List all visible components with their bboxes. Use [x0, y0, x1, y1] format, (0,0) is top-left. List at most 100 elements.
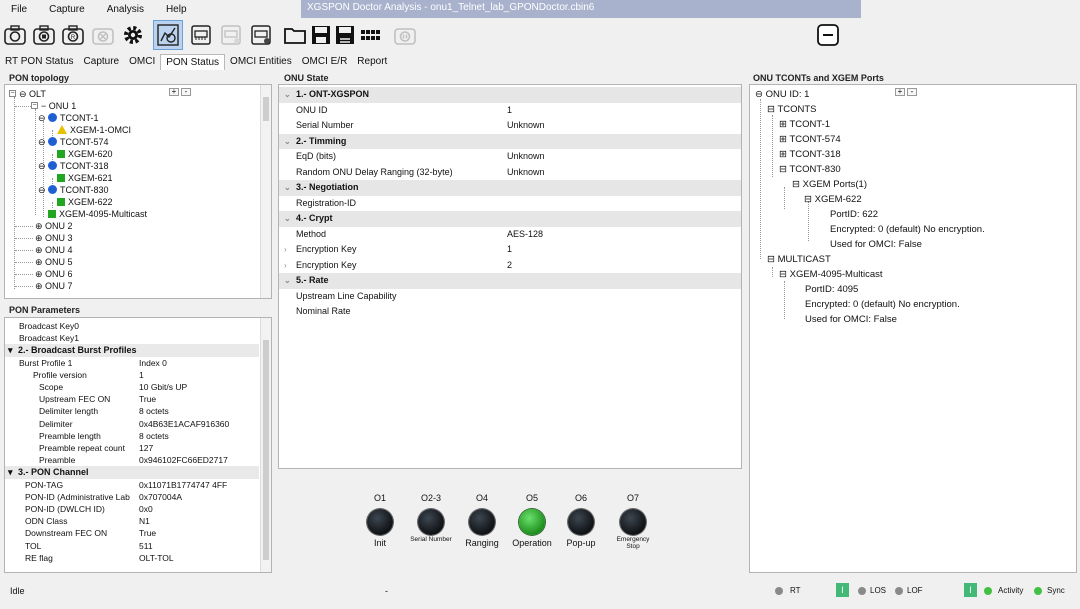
collapse-all-button[interactable]: - — [181, 88, 191, 96]
parameter-row[interactable]: Preamble 0x946102FC66ED2717 — [5, 454, 259, 466]
topology-scrollbar[interactable] — [260, 85, 271, 298]
tree-node-onu-5[interactable]: ⊕ ONU 5 — [35, 256, 73, 268]
tree-node-xgem-4095-multicast[interactable]: XGEM-4095-Multicast — [48, 208, 147, 220]
tab-omci-entities[interactable]: OMCI Entities — [225, 54, 297, 70]
expand-all-button[interactable]: + — [169, 88, 179, 96]
parameter-row[interactable]: Burst Profile 1 Index 0 — [5, 357, 259, 369]
tree-node-xgem-620[interactable]: XGEM-620 — [57, 148, 113, 160]
chevron-down-icon[interactable]: ▾ — [8, 466, 13, 478]
parameters-scrollbar[interactable] — [260, 318, 271, 572]
tconts-root[interactable]: ⊖ ONU ID: 1 — [755, 89, 809, 101]
pause-icon[interactable] — [392, 22, 418, 48]
state-row[interactable]: › Encryption Key 2 — [279, 258, 741, 274]
network-card-settings-icon[interactable] — [248, 22, 274, 48]
xgem-ports-group[interactable]: ⊟ XGEM Ports(1) — [792, 179, 867, 191]
tree-node-tcont-830[interactable]: ⊖ TCONT-830 — [38, 184, 109, 196]
onu1-expander[interactable]: − — [31, 102, 38, 109]
state-category[interactable]: ⌄ 2.- Timming — [279, 133, 741, 149]
state-row[interactable]: Serial Number Unknown — [279, 118, 741, 134]
menu-file[interactable]: File — [0, 4, 38, 15]
minimize-icon[interactable] — [815, 22, 841, 48]
tree-node-onu-6[interactable]: ⊕ ONU 6 — [35, 268, 73, 280]
state-category[interactable]: ⌄ 1.- ONT-XGSPON — [279, 87, 741, 103]
tconts-item-tcont-830[interactable]: ⊟ TCONT-830 — [779, 164, 841, 176]
state-row[interactable]: ONU ID 1 — [279, 103, 741, 119]
parameter-row[interactable]: Scope 10 Gbit/s UP — [5, 381, 259, 393]
stop-icon[interactable] — [90, 22, 116, 48]
chevron-down-icon[interactable]: ⌄ — [284, 211, 291, 226]
parameter-row[interactable]: Preamble repeat count 127 — [5, 442, 259, 454]
tree-node-xgem-1-omci[interactable]: XGEM-1-OMCI — [57, 124, 131, 136]
parameter-row[interactable]: Broadcast Key1 — [5, 332, 259, 344]
chevron-down-icon[interactable]: ▾ — [8, 344, 13, 356]
state-row[interactable]: Upstream Line Capability — [279, 289, 741, 305]
parameter-row[interactable]: Downstream FEC ON True — [5, 527, 259, 539]
parameter-row[interactable]: PON-TAG 0x11071B1774747 4FF — [5, 479, 259, 491]
network-card-disabled-icon[interactable] — [218, 22, 244, 48]
parameter-row[interactable]: TOL 511 — [5, 540, 259, 552]
parameter-row[interactable]: Broadcast Key0 — [5, 320, 259, 332]
parameter-row[interactable]: Upstream FEC ON True — [5, 393, 259, 405]
xgem-port-622[interactable]: ⊟ XGEM-622 — [804, 194, 862, 206]
parameter-row[interactable]: ODN Class N1 — [5, 515, 259, 527]
tab-rt-pon-status[interactable]: RT PON Status — [0, 54, 79, 70]
parameter-row[interactable]: PON-ID (Administrative Lab 0x707004A — [5, 491, 259, 503]
state-row[interactable]: › Encryption Key 1 — [279, 242, 741, 258]
tconts-expand-button[interactable]: + — [895, 88, 905, 96]
tconts-group[interactable]: ⊟ TCONTS — [767, 104, 817, 116]
chevron-down-icon[interactable]: ⌄ — [284, 273, 291, 288]
folder-open-icon[interactable] — [282, 22, 308, 48]
tree-node-tcont-318[interactable]: ⊖ TCONT-318 — [38, 160, 109, 172]
chevron-down-icon[interactable]: ⌄ — [284, 134, 291, 149]
parameter-row[interactable]: Delimiter 0x4B63E1ACAF916360 — [5, 418, 259, 430]
parameter-row[interactable]: Preamble length 8 octets — [5, 430, 259, 442]
save-as-icon[interactable] — [332, 22, 358, 48]
state-row[interactable]: EqD (bits) Unknown — [279, 149, 741, 165]
parameter-category[interactable]: ▾ 2.- Broadcast Burst Profiles — [5, 344, 259, 357]
gear-icon[interactable] — [120, 22, 146, 48]
chevron-right-icon[interactable]: › — [284, 242, 287, 257]
tconts-collapse-button[interactable]: - — [907, 88, 917, 96]
tab-report[interactable]: Report — [352, 54, 392, 70]
state-row[interactable]: Nominal Rate — [279, 304, 741, 320]
parameter-category[interactable]: ▾ 3.- PON Channel — [5, 466, 259, 479]
chevron-down-icon[interactable]: ⌄ — [284, 180, 291, 195]
tab-pon-status[interactable]: PON Status — [160, 54, 226, 70]
network-card-icon[interactable] — [188, 22, 214, 48]
tree-node-onu-4[interactable]: ⊕ ONU 4 — [35, 244, 73, 256]
state-category[interactable]: ⌄ 3.- Negotiation — [279, 180, 741, 196]
pon-stats-icon[interactable] — [153, 20, 183, 50]
tree-node-xgem-622[interactable]: XGEM-622 — [57, 196, 113, 208]
state-category[interactable]: ⌄ 5.- Rate — [279, 273, 741, 289]
state-row[interactable]: Registration-ID — [279, 196, 741, 212]
olt-expander[interactable]: − — [9, 90, 16, 97]
parameter-row[interactable]: Delimiter length 8 octets — [5, 405, 259, 417]
tab-omci-er[interactable]: OMCI E/R — [297, 54, 353, 70]
tab-omci[interactable]: OMCI — [124, 54, 160, 70]
multicast-group[interactable]: ⊟ MULTICAST — [767, 254, 831, 266]
multicast-xgem-4095[interactable]: ⊟ XGEM-4095-Multicast — [779, 269, 883, 281]
keypad-icon[interactable] — [358, 22, 384, 48]
menu-capture[interactable]: Capture — [38, 4, 96, 15]
tconts-item-tcont-574[interactable]: ⊞ TCONT-574 — [779, 134, 841, 146]
menu-help[interactable]: Help — [155, 4, 198, 15]
tab-capture[interactable]: Capture — [79, 54, 125, 70]
tree-node-tcont-574[interactable]: ⊖ TCONT-574 — [38, 136, 109, 148]
tree-node-onu-7[interactable]: ⊕ ONU 7 — [35, 280, 73, 292]
camera-save-icon[interactable] — [31, 22, 57, 48]
camera-icon[interactable] — [2, 22, 28, 48]
tree-node-onu-1[interactable]: − ONU 1 — [41, 100, 76, 112]
tree-node-onu-2[interactable]: ⊕ ONU 2 — [35, 220, 73, 232]
state-row[interactable]: Method AES-128 — [279, 227, 741, 243]
tree-node-onu-3[interactable]: ⊕ ONU 3 — [35, 232, 73, 244]
save-icon[interactable] — [308, 22, 334, 48]
camera-refresh-icon[interactable]: R — [60, 22, 86, 48]
parameter-row[interactable]: Profile version 1 — [5, 369, 259, 381]
tconts-item-tcont-1[interactable]: ⊞ TCONT-1 — [779, 119, 830, 131]
tree-node-tcont-1[interactable]: ⊖ TCONT-1 — [38, 112, 99, 124]
state-row[interactable]: Random ONU Delay Ranging (32-byte) Unknow… — [279, 165, 741, 181]
parameter-row[interactable]: PON-ID (DWLCH ID) 0x0 — [5, 503, 259, 515]
tree-node-xgem-621[interactable]: XGEM-621 — [57, 172, 113, 184]
state-category[interactable]: ⌄ 4.- Crypt — [279, 211, 741, 227]
tree-node-olt[interactable]: ⊖ OLT — [19, 88, 46, 100]
